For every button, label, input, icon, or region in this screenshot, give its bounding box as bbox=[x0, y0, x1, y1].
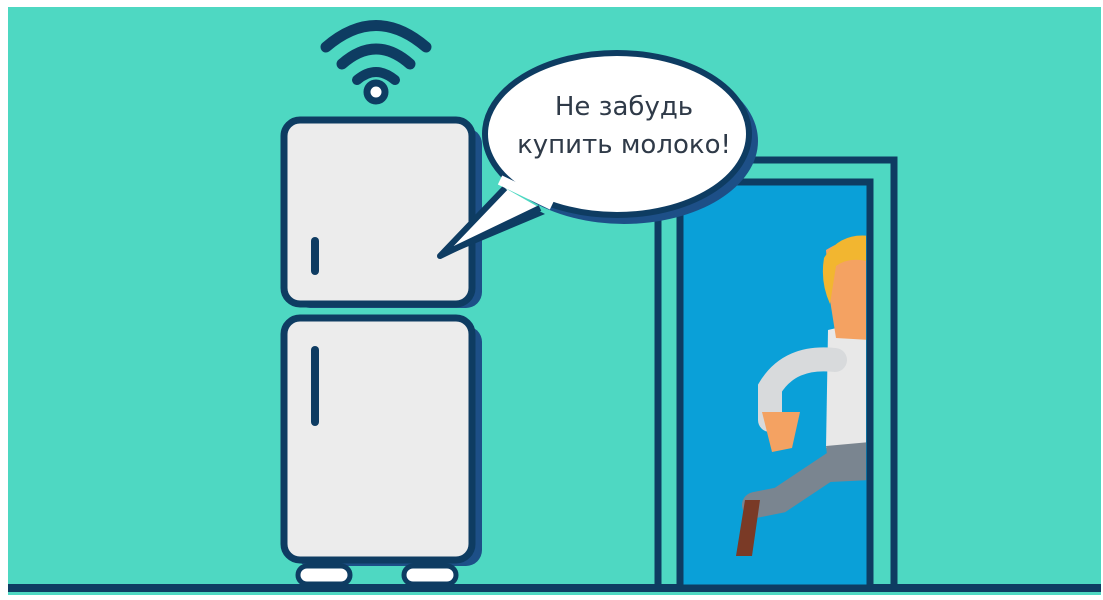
person-pants bbox=[826, 442, 866, 482]
fridge-bottom-handle bbox=[311, 346, 319, 426]
speech-bubble-line-2: купить молоко! bbox=[517, 130, 731, 160]
illustration-scene: Не забудь купить молоко! bbox=[0, 0, 1103, 600]
fridge-top-handle bbox=[311, 237, 319, 275]
speech-bubble-line-1: Не забудь bbox=[554, 92, 694, 122]
fridge-bottom bbox=[280, 314, 482, 566]
speech-bubble-text: Не забудь купить молоко! bbox=[490, 88, 758, 164]
floor-line bbox=[8, 584, 1101, 592]
fridge-top bbox=[280, 116, 482, 308]
